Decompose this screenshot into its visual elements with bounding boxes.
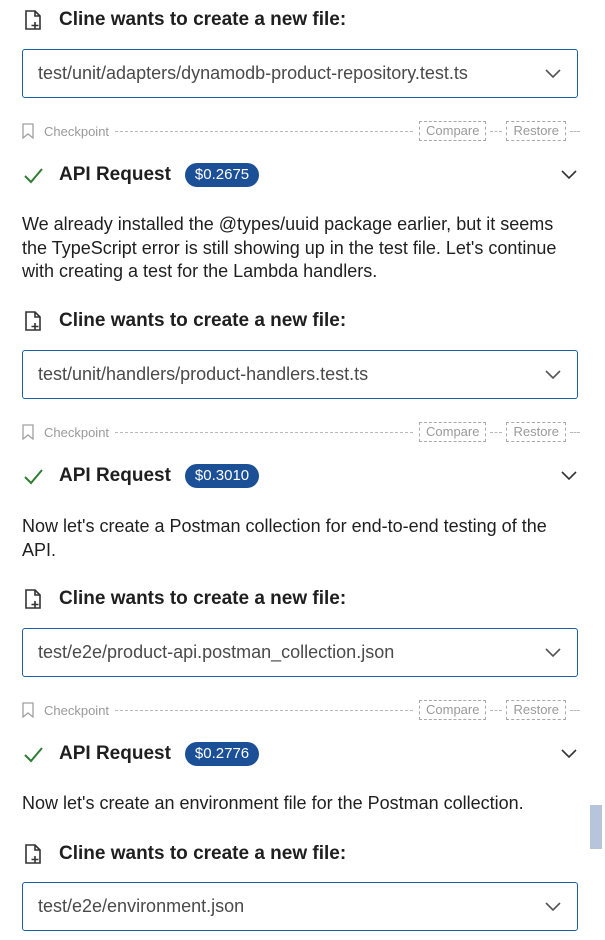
file-request-title: Cline wants to create a new file: (59, 9, 347, 30)
api-request-row[interactable]: API Request $0.2776 (22, 739, 580, 769)
checkpoint-divider (115, 130, 413, 132)
file-request-header: Cline wants to create a new file: (22, 587, 346, 611)
scrollbar-thumb[interactable] (590, 805, 602, 849)
file-plus-icon (25, 10, 41, 30)
chevron-down-icon[interactable] (561, 471, 577, 481)
checkpoint-divider (490, 431, 503, 433)
api-request-row[interactable]: API Request $0.2675 (22, 160, 580, 190)
checkpoint-divider (490, 709, 503, 711)
chevron-down-icon (545, 68, 561, 78)
checkpoint-label: Checkpoint (44, 702, 110, 718)
file-path-dropdown[interactable]: test/unit/handlers/product-handlers.test… (22, 350, 578, 399)
file-request-title: Cline wants to create a new file: (59, 843, 347, 864)
file-path: test/e2e/product-api.postman_collection.… (38, 642, 395, 662)
checkpoint-divider (570, 130, 580, 132)
file-request-title: Cline wants to create a new file: (59, 310, 347, 331)
chevron-down-icon[interactable] (561, 170, 577, 180)
file-path-dropdown[interactable]: test/unit/adapters/dynamodb-product-repo… (22, 49, 578, 98)
assistant-message: Now let's create an environment file for… (22, 793, 524, 813)
checkpoint-label: Checkpoint (44, 424, 110, 440)
chevron-down-icon (545, 369, 561, 379)
api-request-label: API Request (59, 164, 171, 185)
bookmark-icon (22, 702, 34, 718)
api-request-label: API Request (59, 465, 171, 486)
bookmark-icon (22, 123, 34, 139)
restore-button[interactable]: Restore (506, 121, 566, 141)
check-icon (24, 747, 43, 763)
assistant-message: We already installed the @types/uuid pac… (22, 214, 557, 281)
chevron-down-icon (545, 901, 561, 911)
check-icon (24, 469, 43, 485)
api-request-label: API Request (59, 743, 171, 764)
cost-badge: $0.3010 (184, 464, 260, 488)
cost-badge: $0.2675 (184, 163, 260, 187)
checkpoint-row: Checkpoint Compare Restore (22, 121, 580, 141)
cost-badge: $0.2776 (184, 742, 260, 766)
assistant-message: Now let's create a Postman collection fo… (22, 516, 547, 560)
file-path: test/e2e/environment.json (38, 896, 245, 916)
checkpoint-row: Checkpoint Compare Restore (22, 700, 580, 720)
file-path: test/unit/handlers/product-handlers.test… (38, 364, 369, 384)
checkpoint-label: Checkpoint (44, 123, 110, 139)
file-plus-icon (25, 311, 41, 331)
chevron-down-icon[interactable] (561, 749, 577, 759)
file-plus-icon (25, 589, 41, 609)
check-icon (24, 168, 43, 184)
file-request-title: Cline wants to create a new file: (59, 588, 347, 609)
chevron-down-icon (545, 647, 561, 657)
checkpoint-divider (570, 431, 580, 433)
restore-button[interactable]: Restore (506, 422, 566, 442)
restore-button[interactable]: Restore (506, 700, 566, 720)
api-request-row[interactable]: API Request $0.3010 (22, 461, 580, 491)
file-path-dropdown[interactable]: test/e2e/product-api.postman_collection.… (22, 628, 578, 677)
compare-button[interactable]: Compare (419, 121, 487, 141)
file-request-header: Cline wants to create a new file: (22, 8, 346, 32)
checkpoint-divider (490, 130, 503, 132)
file-request-header: Cline wants to create a new file: (22, 842, 346, 866)
compare-button[interactable]: Compare (419, 422, 487, 442)
checkpoint-divider (570, 709, 580, 711)
compare-button[interactable]: Compare (419, 700, 487, 720)
file-path: test/unit/adapters/dynamodb-product-repo… (38, 63, 468, 83)
checkpoint-row: Checkpoint Compare Restore (22, 422, 580, 442)
file-plus-icon (25, 844, 41, 864)
file-path-dropdown[interactable]: test/e2e/environment.json (22, 882, 578, 931)
checkpoint-divider (115, 709, 413, 711)
checkpoint-divider (115, 431, 413, 433)
bookmark-icon (22, 424, 34, 440)
file-request-header: Cline wants to create a new file: (22, 309, 346, 333)
